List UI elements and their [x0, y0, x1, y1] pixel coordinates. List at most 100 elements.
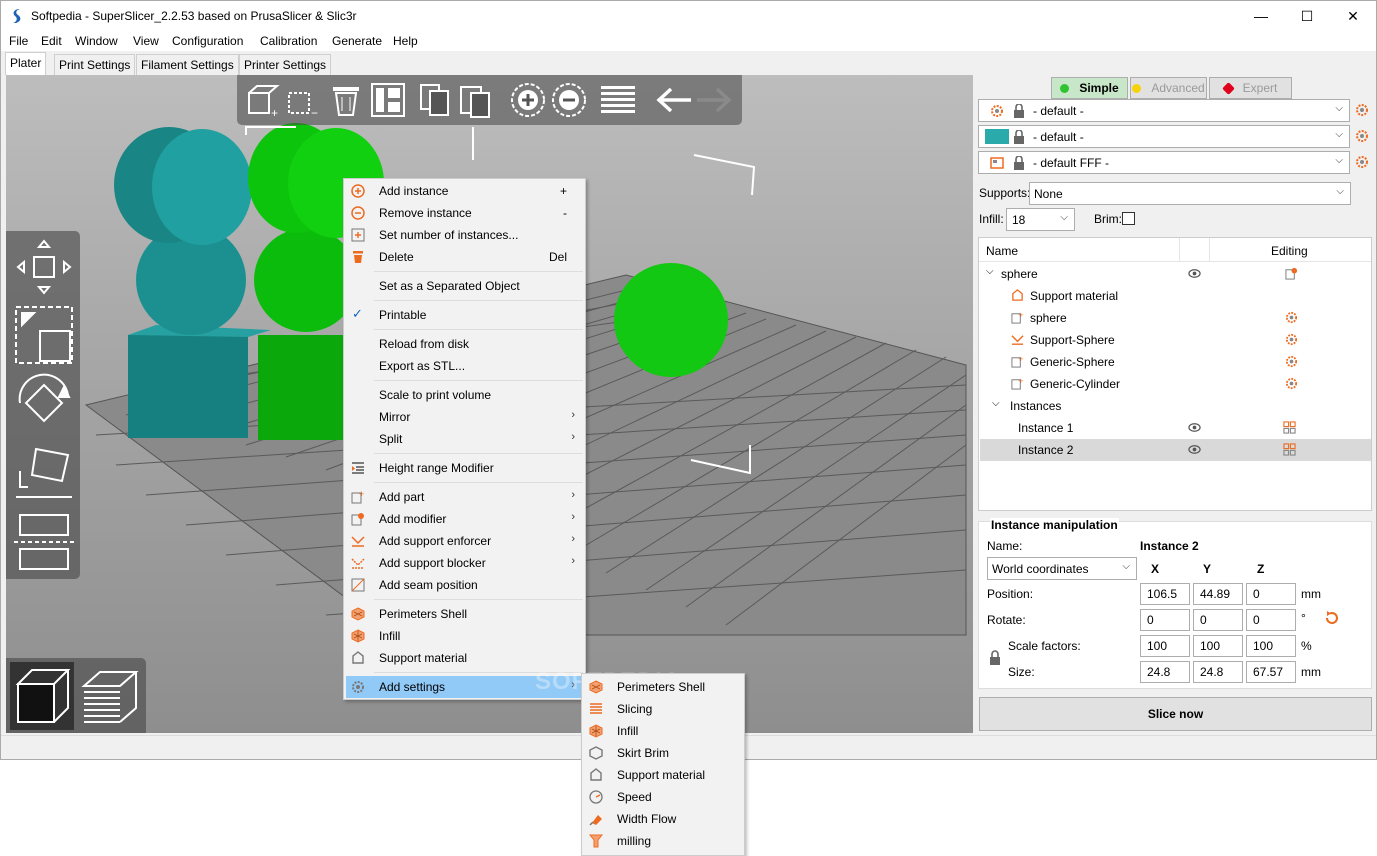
expand-chevron-icon[interactable]: ⌵	[986, 266, 994, 277]
print-preset-settings-icon[interactable]	[1355, 103, 1369, 117]
submenu-item-slicing[interactable]: Slicing	[584, 698, 742, 720]
brim-checkbox[interactable]	[1122, 212, 1135, 225]
menu-item-add-instance[interactable]: Add instance +	[346, 180, 583, 202]
menu-item-reload[interactable]: Reload from disk	[346, 333, 583, 355]
tab-printer-settings[interactable]: Printer Settings	[239, 54, 332, 75]
scale-z-input[interactable]: 100	[1246, 635, 1296, 657]
submenu-item-skirt-brim[interactable]: Skirt Brim	[584, 742, 742, 764]
size-z-input[interactable]: 67.57	[1246, 661, 1296, 683]
close-button[interactable]: ✕	[1330, 1, 1376, 31]
position-z-input[interactable]: 0	[1246, 583, 1296, 605]
position-y-input[interactable]: 44.89	[1193, 583, 1243, 605]
menu-item-delete[interactable]: Delete Del	[346, 246, 583, 268]
menu-item-scale-to-volume[interactable]: Scale to print volume	[346, 384, 583, 406]
layers-editing-icon[interactable]	[599, 81, 637, 119]
size-y-input[interactable]: 24.8	[1193, 661, 1243, 683]
menu-item-separate-object[interactable]: Set as a Separated Object	[346, 275, 583, 297]
rotate-y-input[interactable]: 0	[1193, 609, 1243, 631]
filament-preset-settings-icon[interactable]	[1355, 129, 1369, 143]
part-settings-icon[interactable]	[1285, 333, 1298, 346]
submenu-item-support-material[interactable]: Support material	[584, 764, 742, 786]
rotate-x-input[interactable]: 0	[1140, 609, 1190, 631]
part-settings-icon[interactable]	[1285, 355, 1298, 368]
menu-item-remove-instance[interactable]: Remove instance -	[346, 202, 583, 224]
undo-icon[interactable]	[655, 81, 693, 119]
menu-item-height-range[interactable]: Height range Modifier	[346, 457, 583, 479]
eye-icon[interactable]	[1188, 267, 1201, 280]
submenu-item-speed[interactable]: Speed	[584, 786, 742, 808]
printer-preset-settings-icon[interactable]	[1355, 155, 1369, 169]
scale-x-input[interactable]: 100	[1140, 635, 1190, 657]
menu-item-export-stl[interactable]: Export as STL...	[346, 355, 583, 377]
tree-row-instance[interactable]: Instance 1	[980, 417, 1371, 439]
preview-layers-icon[interactable]	[80, 666, 140, 726]
mode-advanced-button[interactable]: Advanced	[1130, 77, 1207, 99]
cut-icon[interactable]	[14, 511, 74, 573]
add-object-icon[interactable]: +	[245, 81, 283, 119]
tree-row-support-material[interactable]: Support material	[980, 285, 1371, 307]
submenu-item-perimeters[interactable]: Perimeters Shell	[584, 676, 742, 698]
scale-y-input[interactable]: 100	[1193, 635, 1243, 657]
tree-row-part[interactable]: + sphere	[980, 307, 1371, 329]
infill-combo[interactable]: 18 ⌵	[1006, 208, 1075, 231]
mode-expert-button[interactable]: Expert	[1209, 77, 1292, 99]
tab-plater[interactable]: Plater	[5, 52, 47, 75]
submenu-item-milling[interactable]: milling	[584, 830, 742, 852]
size-x-input[interactable]: 24.8	[1140, 661, 1190, 683]
printer-preset-combo[interactable]: - default FFF - ⌵	[978, 151, 1350, 174]
tree-row-instance-selected[interactable]: Instance 2	[980, 439, 1371, 461]
menu-item-support-material[interactable]: Support material	[346, 647, 583, 669]
scale-lock-icon[interactable]	[989, 650, 1001, 666]
minimize-button[interactable]: —	[1238, 1, 1284, 31]
submenu-item-infill[interactable]: Infill	[584, 720, 742, 742]
column-editing[interactable]: Editing	[1271, 244, 1308, 258]
menu-item-set-instances[interactable]: Set number of instances...	[346, 224, 583, 246]
menu-file[interactable]: File	[9, 34, 28, 48]
copy-icon[interactable]	[417, 81, 455, 119]
menu-generate[interactable]: Generate	[332, 34, 382, 48]
view-3d-icon[interactable]	[14, 666, 72, 726]
tree-row-support-enforcer[interactable]: Support-Sphere	[980, 329, 1371, 351]
tree-row-part[interactable]: + Generic-Cylinder	[980, 373, 1371, 395]
instance-icon[interactable]	[1283, 421, 1296, 434]
scale-icon[interactable]	[14, 305, 74, 365]
menu-item-add-part[interactable]: + Add part ›	[346, 486, 583, 508]
menu-view[interactable]: View	[133, 34, 159, 48]
tab-filament-settings[interactable]: Filament Settings	[136, 54, 239, 75]
column-name[interactable]: Name	[986, 244, 1018, 258]
submenu-item-width-flow[interactable]: Width Flow	[584, 808, 742, 830]
print-preset-combo[interactable]: - default - ⌵	[978, 99, 1350, 122]
supports-combo[interactable]: None ⌵	[1029, 182, 1351, 205]
tree-row-instances[interactable]: ⌵ Instances	[980, 395, 1371, 417]
tree-row-object[interactable]: ⌵ sphere	[980, 263, 1371, 285]
position-x-input[interactable]: 106.5	[1140, 583, 1190, 605]
delete-all-icon[interactable]	[327, 81, 365, 119]
menu-calibration[interactable]: Calibration	[260, 34, 317, 48]
menu-item-infill[interactable]: Infill	[346, 625, 583, 647]
menu-configuration[interactable]: Configuration	[172, 34, 243, 48]
menu-item-add-modifier[interactable]: Add modifier ›	[346, 508, 583, 530]
paste-icon[interactable]	[457, 81, 495, 119]
menu-edit[interactable]: Edit	[41, 34, 62, 48]
menu-help[interactable]: Help	[393, 34, 418, 48]
tree-row-part[interactable]: + Generic-Sphere	[980, 351, 1371, 373]
reset-rotation-icon[interactable]	[1324, 610, 1340, 626]
part-settings-icon[interactable]	[1285, 311, 1298, 324]
place-on-face-icon[interactable]	[14, 443, 74, 503]
eye-icon[interactable]	[1188, 421, 1201, 434]
move-icon[interactable]	[14, 237, 74, 297]
maximize-button[interactable]: ☐	[1284, 1, 1330, 31]
delete-object-icon[interactable]: −	[285, 81, 323, 119]
menu-item-add-support-blocker[interactable]: Add support blocker ›	[346, 552, 583, 574]
filament-preset-combo[interactable]: - default - ⌵	[978, 125, 1350, 148]
slice-now-button[interactable]: Slice now	[979, 697, 1372, 731]
rotate-icon[interactable]	[14, 373, 74, 433]
menu-window[interactable]: Window	[75, 34, 118, 48]
menu-item-perimeters[interactable]: Perimeters Shell	[346, 603, 583, 625]
arrange-icon[interactable]	[369, 81, 407, 119]
menu-item-printable[interactable]: ✓ Printable	[346, 304, 583, 326]
redo-icon[interactable]	[695, 81, 733, 119]
menu-item-mirror[interactable]: Mirror ›	[346, 406, 583, 428]
object-settings-icon[interactable]	[1285, 267, 1298, 280]
eye-icon[interactable]	[1188, 443, 1201, 456]
